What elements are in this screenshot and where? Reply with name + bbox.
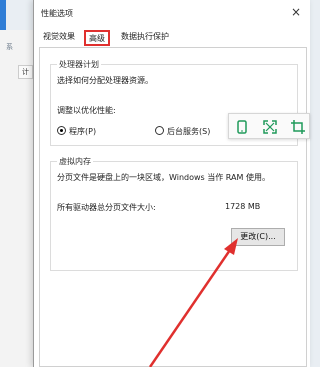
virtual-memory-group: 虚拟内存 分页文件是硬盘上的一块区域，Windows 当作 RAM 使用。 所有… <box>50 156 298 271</box>
performance-options-dialog: 性能选项 × 视觉效果 高级 数据执行保护 处理器计划 选择如何分配处理器资源。… <box>33 0 310 367</box>
floating-toolbar <box>228 113 310 139</box>
processor-description: 选择如何分配处理器资源。 <box>57 76 153 85</box>
background-services-radio[interactable] <box>155 126 164 135</box>
optimize-label: 调整以优化性能: <box>57 106 116 115</box>
tab-strip: 视觉效果 高级 数据执行保护 <box>39 30 299 46</box>
tab-data-execution-prevention[interactable]: 数据执行保护 <box>119 30 171 46</box>
close-button[interactable]: × <box>288 4 304 20</box>
background-services-radio-label[interactable]: 后台服务(S) <box>167 126 210 137</box>
phone-icon[interactable] <box>235 120 249 134</box>
dialog-titlebar: 性能选项 × <box>34 0 310 28</box>
tab-advanced[interactable]: 高级 <box>84 30 110 46</box>
background-window-title: 系 <box>6 43 13 51</box>
tab-content-panel: 处理器计划 选择如何分配处理器资源。 调整以优化性能: 程序(P) 后台服务(S… <box>39 47 307 367</box>
dialog-title: 性能选项 <box>41 9 73 18</box>
expand-icon[interactable] <box>263 120 277 134</box>
programs-radio-label[interactable]: 程序(P) <box>69 126 96 137</box>
tab-visual-effects[interactable]: 视觉效果 <box>41 30 77 46</box>
paging-file-total-value: 1728 MB <box>225 202 261 211</box>
programs-radio[interactable] <box>57 126 66 135</box>
background-window-tab[interactable]: 计 <box>18 65 33 79</box>
processor-scheduling-title: 处理器计划 <box>57 59 101 70</box>
change-button[interactable]: 更改(C)... <box>231 228 285 246</box>
crop-icon[interactable] <box>291 120 305 134</box>
virtual-memory-title: 虚拟内存 <box>57 156 93 167</box>
paging-file-total-label: 所有驱动器总分页文件大小: <box>57 203 156 212</box>
virtual-memory-description: 分页文件是硬盘上的一块区域，Windows 当作 RAM 使用。 <box>57 173 270 182</box>
